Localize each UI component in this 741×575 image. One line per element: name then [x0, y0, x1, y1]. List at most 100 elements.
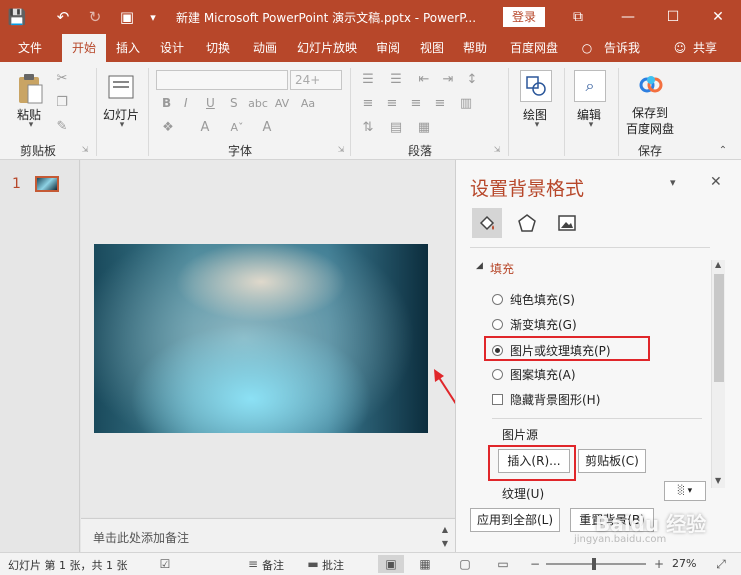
- text-direction-icon[interactable]: ⇅: [358, 118, 378, 136]
- format-painter-icon[interactable]: ✎: [54, 118, 70, 134]
- share-button[interactable]: 共享: [690, 34, 720, 62]
- minimize-icon[interactable]: —: [610, 0, 646, 34]
- redo-icon[interactable]: ↻: [82, 0, 108, 34]
- close-window-icon[interactable]: ✕: [700, 0, 736, 34]
- tab-baidu-netdisk[interactable]: 百度网盘: [502, 34, 566, 62]
- radio-gradient-fill[interactable]: [492, 319, 503, 330]
- notes-toggle[interactable]: 备注: [262, 557, 284, 573]
- reading-view-icon[interactable]: ▢: [456, 555, 474, 573]
- baidu-netdisk-icon[interactable]: [636, 70, 666, 100]
- strikethrough-icon[interactable]: abc: [248, 94, 268, 112]
- increase-indent-icon[interactable]: ⇥: [438, 70, 458, 88]
- smartart-icon[interactable]: ▦: [414, 118, 434, 136]
- new-slide-dropdown-icon[interactable]: ▾: [115, 120, 129, 130]
- lightbulb-icon[interactable]: ○: [578, 34, 596, 62]
- zoom-in-icon[interactable]: +: [650, 555, 668, 573]
- checkbox-hide-graphics[interactable]: [492, 394, 503, 405]
- tab-animations[interactable]: 动画: [245, 34, 285, 62]
- texture-picker[interactable]: ░ ▾: [664, 481, 706, 501]
- effects-tab-icon[interactable]: [512, 208, 542, 238]
- clipboard-picture-button[interactable]: 剪贴板(C): [578, 449, 646, 473]
- char-spacing-icon[interactable]: AV: [272, 94, 292, 112]
- fill-tab-icon[interactable]: [472, 208, 502, 238]
- slide-sorter-icon[interactable]: ▦: [416, 555, 434, 573]
- ribbon-display-icon[interactable]: ⧉: [560, 0, 596, 34]
- tab-transitions[interactable]: 切换: [198, 34, 238, 62]
- slide-canvas[interactable]: [94, 244, 428, 433]
- scroll-down-icon[interactable]: ▼: [715, 476, 721, 485]
- zoom-slider-thumb[interactable]: [592, 558, 596, 570]
- pane-options-icon[interactable]: ▾: [670, 176, 676, 189]
- fill-collapse-icon[interactable]: ◢: [476, 261, 483, 271]
- tab-view[interactable]: 视图: [414, 34, 450, 62]
- pane-scrollbar[interactable]: ▲ ▼: [711, 260, 725, 488]
- notes-scroll-up-icon[interactable]: ▲: [439, 523, 451, 535]
- font-name-combo[interactable]: [156, 70, 288, 90]
- clipboard-launcher-icon[interactable]: ⇲: [80, 144, 90, 154]
- bullets-icon[interactable]: ☰: [358, 70, 378, 88]
- cut-icon[interactable]: ✂: [54, 70, 70, 86]
- draw-shapes-icon[interactable]: [520, 70, 552, 102]
- save-baidu-label-2[interactable]: 百度网盘: [626, 120, 674, 137]
- decrease-indent-icon[interactable]: ⇤: [414, 70, 434, 88]
- option-hide-graphics[interactable]: 隐藏背景图形(H): [492, 391, 600, 408]
- italic-button[interactable]: I: [184, 96, 188, 110]
- save-baidu-label-1[interactable]: 保存到: [632, 104, 668, 121]
- option-solid-fill[interactable]: 纯色填充(S): [492, 291, 575, 308]
- option-pattern-fill[interactable]: 图案填充(A): [492, 366, 576, 383]
- fill-section-header[interactable]: 填充: [490, 260, 514, 277]
- zoom-out-icon[interactable]: −: [526, 555, 544, 573]
- font-color-icon[interactable]: A: [256, 118, 278, 136]
- line-spacing-icon[interactable]: ↕: [462, 70, 482, 88]
- normal-view-icon[interactable]: ▣: [378, 555, 404, 573]
- maximize-icon[interactable]: ☐: [655, 0, 691, 34]
- draw-dropdown-icon[interactable]: ▾: [530, 120, 544, 130]
- comments-toggle[interactable]: 批注: [322, 557, 344, 573]
- paragraph-launcher-icon[interactable]: ⇲: [492, 144, 502, 154]
- tab-home[interactable]: 开始: [62, 34, 106, 62]
- fit-to-window-icon[interactable]: ⤢: [712, 555, 730, 573]
- option-gradient-fill[interactable]: 渐变填充(G): [492, 316, 577, 333]
- paste-icon[interactable]: [14, 72, 46, 106]
- zoom-level[interactable]: 27%: [672, 557, 696, 570]
- clear-format-icon[interactable]: ❖: [158, 118, 178, 136]
- undo-icon[interactable]: ↶: [50, 0, 76, 34]
- zoom-slider[interactable]: [546, 563, 646, 565]
- change-case-icon[interactable]: Aa: [298, 94, 318, 112]
- increase-font-icon[interactable]: A: [196, 118, 214, 136]
- slide-thumbnail[interactable]: [35, 176, 59, 192]
- tab-file[interactable]: 文件: [8, 34, 52, 62]
- accessibility-icon[interactable]: ☑: [156, 555, 174, 573]
- align-text-icon[interactable]: ▤: [386, 118, 406, 136]
- notes-icon[interactable]: ≡: [244, 555, 262, 573]
- scroll-up-icon[interactable]: ▲: [715, 260, 721, 269]
- edit-dropdown-icon[interactable]: ▾: [584, 120, 598, 130]
- paste-dropdown-icon[interactable]: ▾: [24, 120, 38, 130]
- scrollbar-thumb[interactable]: [714, 274, 724, 382]
- decrease-font-icon[interactable]: Aˇ: [226, 118, 248, 136]
- edit-search-icon[interactable]: ⌕: [574, 70, 606, 102]
- save-icon[interactable]: 💾: [4, 0, 30, 34]
- copy-icon[interactable]: ❐: [54, 94, 70, 110]
- tab-review[interactable]: 审阅: [370, 34, 406, 62]
- comments-icon[interactable]: ▬: [304, 555, 322, 573]
- columns-icon[interactable]: ▥: [456, 94, 476, 112]
- notes-pane[interactable]: 单击此处添加备注 ▲ ▼: [81, 518, 455, 552]
- align-right-icon[interactable]: ≡: [406, 94, 426, 112]
- numbering-icon[interactable]: ☰: [386, 70, 406, 88]
- tab-design[interactable]: 设计: [154, 34, 190, 62]
- close-pane-icon[interactable]: ✕: [710, 174, 722, 190]
- picture-tab-icon[interactable]: [552, 208, 582, 238]
- radio-pattern-fill[interactable]: [492, 369, 503, 380]
- align-left-icon[interactable]: ≡: [358, 94, 378, 112]
- bold-button[interactable]: B: [162, 96, 171, 110]
- underline-button[interactable]: U: [206, 96, 215, 110]
- notes-placeholder[interactable]: 单击此处添加备注: [93, 529, 189, 546]
- font-size-combo[interactable]: 24+: [290, 70, 342, 90]
- notes-scroll-down-icon[interactable]: ▼: [439, 537, 451, 549]
- tell-me-search[interactable]: 告诉我: [600, 34, 644, 62]
- radio-solid-fill[interactable]: [492, 294, 503, 305]
- tab-insert[interactable]: 插入: [110, 34, 146, 62]
- align-center-icon[interactable]: ≡: [382, 94, 402, 112]
- tab-help[interactable]: 帮助: [457, 34, 493, 62]
